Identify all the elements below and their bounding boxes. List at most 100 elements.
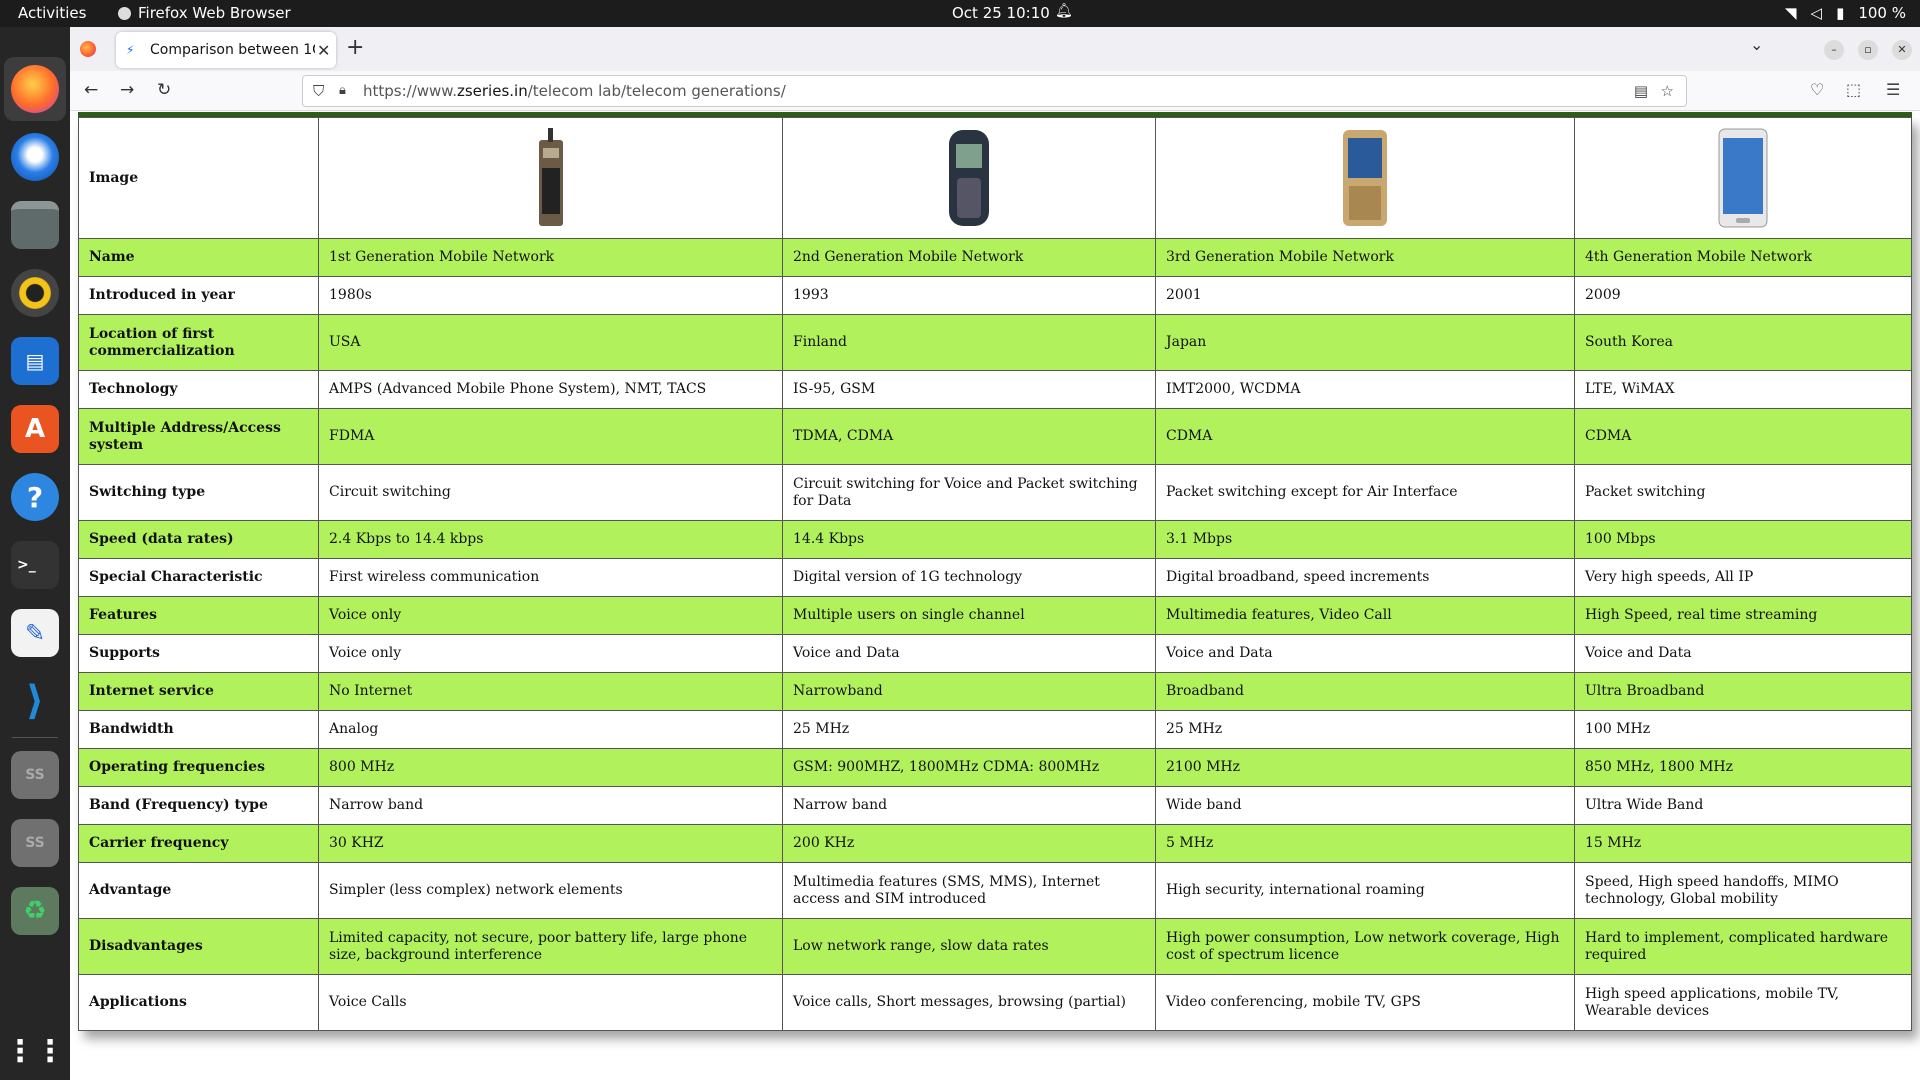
row-label: Supports	[78, 634, 319, 673]
tab-active[interactable]: ⚡ Comparison between 1G ✕	[116, 32, 336, 68]
table-cell: 5 MHz	[1155, 824, 1575, 863]
writer-icon[interactable]: ▤	[11, 337, 59, 385]
rhythmbox-icon[interactable]	[11, 269, 59, 317]
menu-icon[interactable]: ☰	[1886, 80, 1900, 99]
new-tab-icon[interactable]: +	[346, 35, 364, 60]
app-menu[interactable]: Firefox Web Browser	[118, 4, 291, 22]
reload-icon[interactable]: ↻	[157, 80, 171, 100]
trash-icon[interactable]: ♻	[11, 887, 59, 935]
table-cell: Broadband	[1155, 672, 1575, 711]
help-icon[interactable]: ?	[11, 473, 59, 521]
dock-separator	[12, 737, 58, 738]
table-cell: Circuit switching for Voice and Packet s…	[782, 464, 1156, 521]
clock[interactable]: Oct 25 10:10	[952, 4, 1050, 22]
table-cell: High speed applications, mobile TV, Wear…	[1574, 974, 1912, 1031]
table-cell: LTE, WiMAX	[1574, 370, 1912, 409]
shield-icon[interactable]: ⛉	[313, 76, 324, 106]
drive-icon[interactable]: SS	[11, 751, 59, 799]
table-cell: 2009	[1574, 276, 1912, 315]
text-editor-icon[interactable]: ✎	[11, 609, 59, 657]
table-cell: Narrow band	[782, 786, 1156, 825]
table-cell: Very high speeds, All IP	[1574, 558, 1912, 597]
phone-1g-image	[538, 128, 563, 226]
site-favicon-icon: ⚡	[126, 43, 135, 57]
row-label: Advantage	[78, 862, 319, 919]
close-window-icon[interactable]: ✕	[1892, 40, 1912, 60]
files-icon[interactable]	[11, 201, 59, 249]
table-row: Features Voice only Multiple users on sing…	[78, 596, 1912, 635]
table-cell: First wireless communication	[318, 558, 783, 597]
table-cell: 3.1 Mbps	[1155, 520, 1575, 559]
extensions-icon[interactable]: ⬚	[1846, 80, 1861, 99]
url-text[interactable]: https://www.zseries.in/telecom lab/telec…	[363, 76, 786, 106]
phone-4g-image	[1718, 128, 1768, 228]
close-tab-icon[interactable]: ✕	[317, 41, 330, 60]
table-cell: 2001	[1155, 276, 1575, 315]
row-label: Name	[78, 238, 319, 277]
url-bar[interactable]: ⛉ 🔒︎ https://www.zseries.in/telecom lab/…	[302, 75, 1687, 107]
list-tabs-icon[interactable]: ⌄	[1750, 35, 1763, 54]
table-cell: Video conferencing, mobile TV, GPS	[1155, 974, 1575, 1031]
row-label: Multiple Address/Access system	[78, 408, 319, 465]
restore-icon[interactable]: ▫	[1858, 40, 1878, 60]
table-row: Switching type Circuit switching Circuit s…	[78, 464, 1912, 521]
lock-icon[interactable]: 🔒︎	[339, 76, 346, 106]
table-row: Name 1st Generation Mobile Network 2nd Gen…	[78, 238, 1912, 277]
thunderbird-icon[interactable]	[11, 133, 59, 181]
table-cell: High power consumption, Low network cove…	[1155, 918, 1575, 975]
table-cell: High Speed, real time streaming	[1574, 596, 1912, 635]
phone-image-cell	[1155, 117, 1575, 239]
table-row: Operating frequencies 800 MHz GSM: 900MHZ,…	[78, 748, 1912, 787]
row-label: Speed (data rates)	[78, 520, 319, 559]
minimize-icon[interactable]: –	[1824, 40, 1844, 60]
table-cell: 14.4 Kbps	[782, 520, 1156, 559]
table-cell: 1980s	[318, 276, 783, 315]
battery-icon: ▮	[1836, 4, 1845, 22]
row-label: Introduced in year	[78, 276, 319, 315]
row-label: Operating frequencies	[78, 748, 319, 787]
table-row: Supports Voice only Voice and Data Voice an…	[78, 634, 1912, 673]
table-cell: 800 MHz	[318, 748, 783, 787]
pocket-icon[interactable]: ♡	[1810, 80, 1824, 99]
reader-view-icon[interactable]: ▤	[1634, 76, 1648, 106]
table-row-image: Image	[78, 117, 1912, 239]
comparison-table: Image Name 1st Generation Mobile Network 2…	[78, 117, 1912, 1031]
drive-icon-2[interactable]: SS	[11, 819, 59, 867]
table-cell: Voice and Data	[1155, 634, 1575, 673]
activities-button[interactable]: Activities	[18, 4, 86, 22]
table-cell: Packet switching except for Air Interfac…	[1155, 464, 1575, 521]
row-label: Image	[78, 117, 319, 239]
wifi-icon: ◥	[1784, 4, 1797, 22]
back-icon[interactable]: ←	[84, 80, 98, 100]
table-cell: 25 MHz	[1155, 710, 1575, 749]
app-center-icon[interactable]: A	[11, 405, 59, 453]
table-cell: Finland	[782, 314, 1156, 371]
table-cell: 200 KHz	[782, 824, 1156, 863]
vscode-icon[interactable]: ⟩	[11, 677, 59, 725]
battery-level: 100 %	[1858, 4, 1906, 22]
table-cell: FDMA	[318, 408, 783, 465]
app-name: Firefox Web Browser	[138, 4, 291, 22]
table-cell: IS-95, GSM	[782, 370, 1156, 409]
table-cell: AMPS (Advanced Mobile Phone System), NMT…	[318, 370, 783, 409]
table-cell: Multimedia features, Video Call	[1155, 596, 1575, 635]
system-tray[interactable]: ◥ ◁ ▮ 100 %	[1785, 4, 1906, 22]
row-label: Features	[78, 596, 319, 635]
table-cell: 3rd Generation Mobile Network	[1155, 238, 1575, 277]
bookmark-star-icon[interactable]: ☆	[1661, 76, 1674, 106]
table-cell: High security, international roaming	[1155, 862, 1575, 919]
table-cell: Hard to implement, complicated hardware …	[1574, 918, 1912, 975]
table-cell: Circuit switching	[318, 464, 783, 521]
table-cell: Digital broadband, speed increments	[1155, 558, 1575, 597]
forward-icon[interactable]: →	[120, 80, 134, 100]
firefox-view-icon[interactable]	[80, 41, 96, 57]
table-cell: No Internet	[318, 672, 783, 711]
table-cell: 4th Generation Mobile Network	[1574, 238, 1912, 277]
table-cell: South Korea	[1574, 314, 1912, 371]
terminal-icon[interactable]: >_	[11, 541, 59, 589]
row-label: Location of first commercialization	[78, 314, 319, 371]
table-cell: Simpler (less complex) network elements	[318, 862, 783, 919]
firefox-icon[interactable]	[11, 65, 59, 113]
phone-image-cell	[782, 117, 1156, 239]
show-apps-icon[interactable]: ⋮⋮	[5, 1027, 65, 1075]
